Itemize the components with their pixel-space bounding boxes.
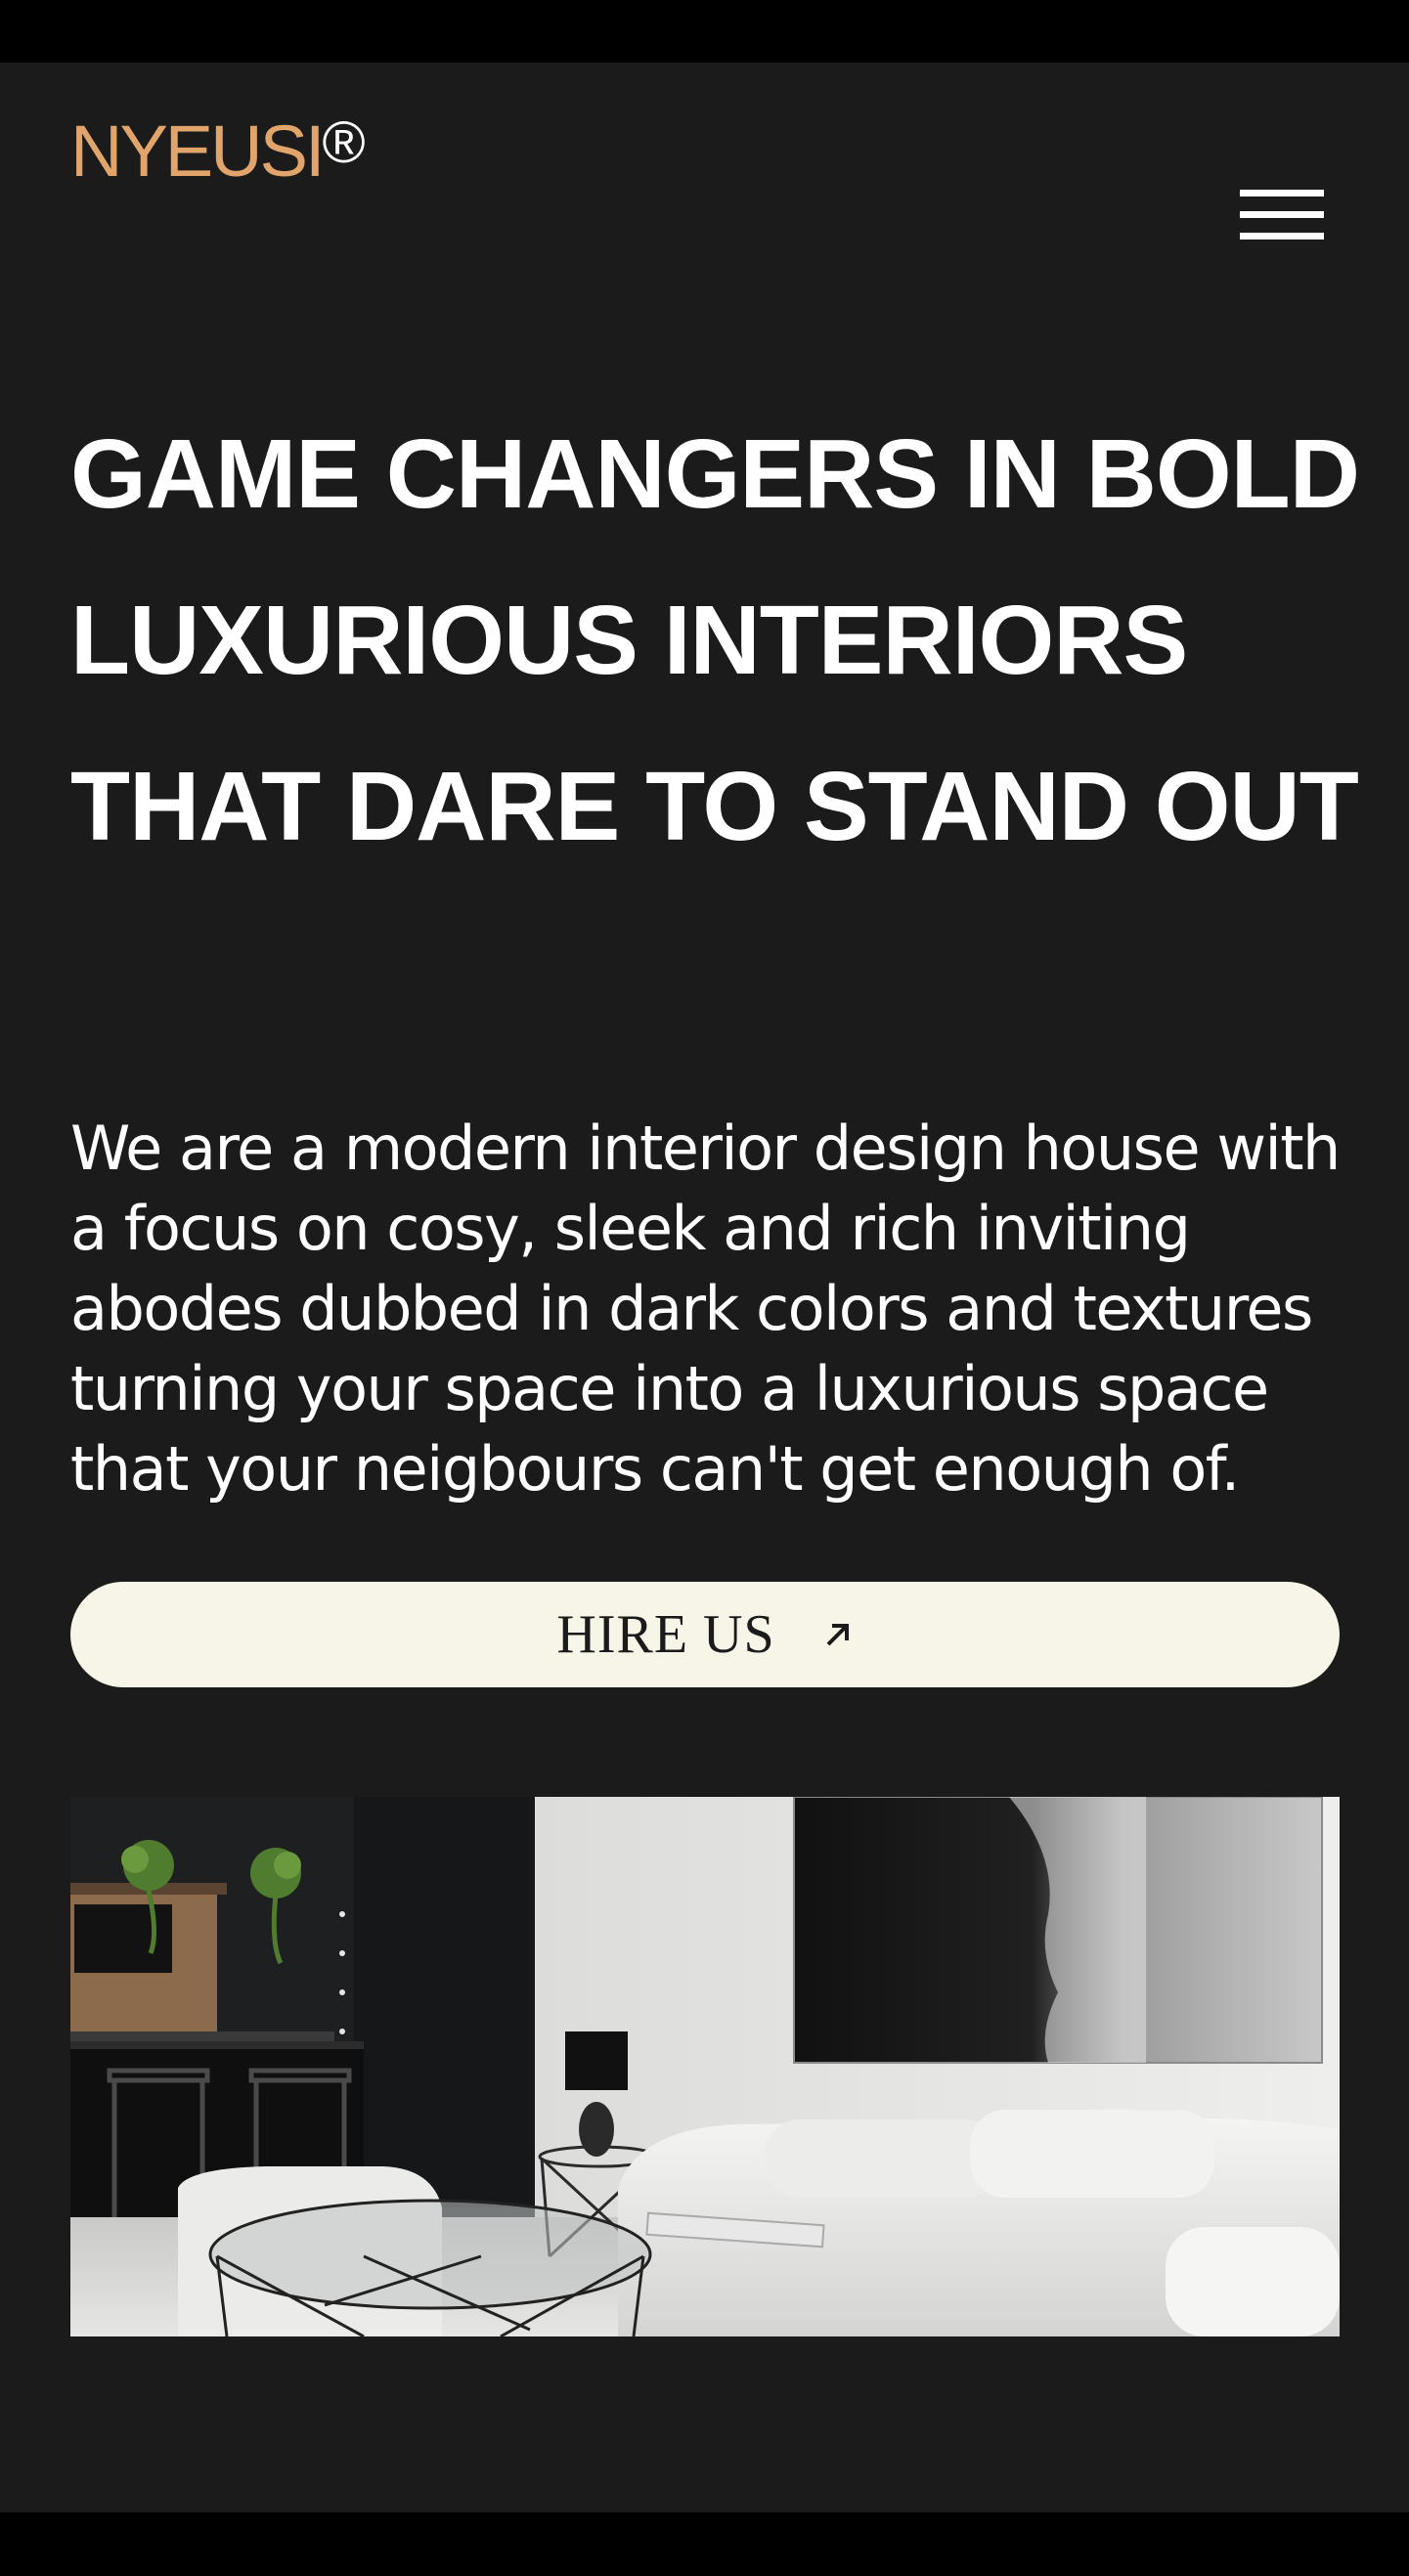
hire-us-label: HIRE US <box>556 1604 775 1665</box>
menu-line <box>1240 190 1324 196</box>
hamburger-menu-icon[interactable] <box>1240 186 1328 244</box>
hero-intro: We are a modern interior design house wi… <box>70 1113 1341 1505</box>
menu-line <box>1240 233 1324 240</box>
arrow-up-right-icon <box>826 1624 849 1646</box>
interior-photo-illustration <box>70 1797 1340 2336</box>
logo-text: NYEUSI <box>70 110 326 192</box>
brand-logo[interactable]: NYEUSI® <box>70 109 366 193</box>
menu-line <box>1240 211 1324 218</box>
interior-photo <box>70 1797 1340 2336</box>
hire-us-button[interactable]: HIRE US <box>70 1582 1340 1687</box>
screen-frame: NYEUSI® GAME CHANGERS IN BOLD LUXURIOUS … <box>0 0 1409 2576</box>
hero-headline: GAME CHANGERS IN BOLD LUXURIOUS INTERIOR… <box>70 419 1360 861</box>
registered-mark: ® <box>322 109 366 175</box>
